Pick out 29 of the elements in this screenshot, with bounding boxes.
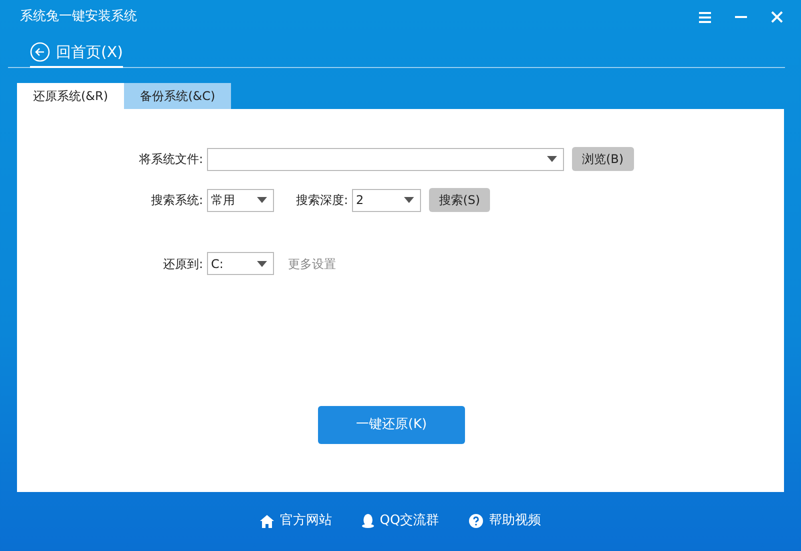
menu-icon (699, 12, 711, 22)
minimize-icon (735, 16, 747, 18)
close-icon (771, 11, 783, 23)
restore-target-dropdown[interactable]: C: (207, 252, 274, 275)
field-label: 搜索系统: (150, 192, 204, 209)
field-label: 搜索深度: (296, 192, 350, 209)
system-file-dropdown[interactable] (207, 148, 564, 170)
field-label: 将系统文件: (138, 151, 204, 168)
footer-link[interactable]: 帮助视频 (469, 511, 542, 531)
penguin-icon (362, 514, 374, 528)
field-label: 还原到: (162, 256, 204, 272)
one-click-restore-button[interactable]: 一键还原(K) (318, 406, 465, 444)
browse-button[interactable]: 浏览(B) (572, 147, 634, 171)
more-settings-link[interactable]: 更多设置 (288, 254, 336, 272)
search-depth-dropdown[interactable]: 2 (352, 188, 422, 212)
window-title: 系统兔一键安装系统 (20, 8, 137, 26)
tab[interactable]: 还原系统(&R) (17, 83, 124, 109)
dropdown-arrow-icon (257, 260, 267, 266)
dropdown-arrow-icon (547, 156, 557, 162)
footer-link[interactable]: QQ交流群 (362, 511, 440, 531)
tab[interactable]: 备份系统(&C) (124, 83, 232, 109)
dropdown-arrow-icon (257, 197, 267, 203)
home-icon (260, 514, 274, 528)
dropdown-arrow-icon (404, 197, 414, 203)
search-system-dropdown[interactable]: 常用 (207, 188, 274, 212)
footer-link[interactable]: 官方网站 (260, 511, 332, 531)
search-button[interactable]: 搜索(S) (429, 188, 490, 212)
back-home-link[interactable]: 回首页(X) (30, 38, 123, 68)
help-icon (469, 514, 484, 528)
